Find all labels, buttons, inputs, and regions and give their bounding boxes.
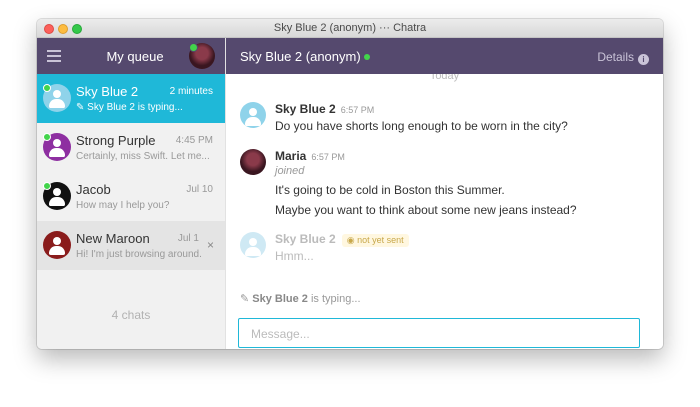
message-text: Maybe you want to think about some new j… [275, 203, 577, 217]
chat-count: 4 chats [111, 308, 151, 322]
conversation-panel: Today Sky Blue 2 (anonym) Details i Sky B… [226, 38, 663, 349]
visitor-avatar [240, 232, 266, 258]
close-chat-icon[interactable]: × [207, 238, 214, 252]
chat-time: Jul 1 [177, 233, 199, 244]
chat-item-sky-blue-2[interactable]: Sky Blue 2 2 minutes ✎ Sky Blue 2 is typ… [37, 74, 225, 123]
conversation-title-text: Sky Blue 2 (anonym) [240, 49, 361, 64]
pencil-icon: ✎ [76, 102, 88, 113]
chat-name: Strong Purple [76, 133, 156, 148]
chat-preview: ✎ Sky Blue 2 is typing... [76, 102, 214, 113]
chat-preview: Hi! I'm just browsing around... [76, 249, 202, 260]
not-sent-badge: ◉ not yet sent [341, 234, 409, 247]
chat-item-new-maroon[interactable]: New Maroon Jul 1 Hi! I'm just browsing a… [37, 221, 225, 270]
message-author-name: Sky Blue 2 [275, 102, 336, 116]
not-sent-label: not yet sent [357, 235, 404, 245]
joined-status: joined [275, 165, 305, 177]
message-text: It's going to be cold in Boston this Sum… [275, 183, 505, 197]
chat-preview-text: Sky Blue 2 is typing... [87, 102, 183, 113]
chat-time: 4:45 PM [175, 135, 213, 146]
chat-time: Jul 10 [186, 184, 213, 195]
online-indicator [363, 54, 370, 60]
message-time: 6:57 PM [311, 152, 345, 162]
chat-preview: How may I help you? [76, 200, 170, 211]
online-indicator [43, 84, 51, 92]
typing-user: Sky Blue 2 [252, 293, 308, 305]
message-time: 6:57 PM [340, 105, 375, 115]
message-text: Do you have shorts long enough to be wor… [275, 119, 568, 133]
message-author: Sky Blue 2 6:57 PM [275, 102, 374, 116]
menu-icon[interactable] [47, 50, 61, 62]
details-label: Details [597, 50, 634, 64]
conversation-header: Sky Blue 2 (anonym) Details i [226, 38, 663, 74]
chat-name: Jacob [76, 182, 111, 197]
pencil-icon: ✎ [240, 293, 253, 305]
visitor-avatar [43, 231, 71, 259]
agent-online-indicator [189, 43, 198, 52]
chat-preview: Certainly, miss Swift. Let me... [76, 151, 210, 162]
typing-text: is typing... [310, 293, 361, 305]
sidebar: My queue Sky Blue 2 2 minutes ✎ Sky Blue… [37, 38, 226, 349]
typing-indicator: ✎ Sky Blue 2 is typing... [240, 292, 361, 305]
title-bar: Sky Blue 2 (anonym) ··· Chatra [37, 19, 663, 38]
chat-item-jacob[interactable]: Jacob Jul 10 How may I help you? [37, 172, 225, 221]
agent-avatar [240, 149, 266, 175]
message-author-name: Maria [275, 149, 307, 163]
eye-icon: ◉ [346, 235, 358, 245]
chat-name: New Maroon [76, 231, 150, 246]
conversation-title: Sky Blue 2 (anonym) [240, 49, 370, 64]
message-author-name: Sky Blue 2 [275, 232, 336, 246]
window-title: Sky Blue 2 (anonym) ··· Chatra [273, 22, 427, 34]
chat-time: 2 minutes [169, 86, 213, 97]
online-indicator [43, 133, 51, 141]
info-icon: i [638, 54, 649, 65]
queue-title: My queue [106, 49, 164, 64]
chat-item-strong-purple[interactable]: Strong Purple 4:45 PM Certainly, miss Sw… [37, 123, 225, 172]
visitor-avatar [240, 102, 266, 128]
chat-name: Sky Blue 2 [76, 84, 139, 99]
details-button[interactable]: Details i [597, 50, 649, 65]
message-text: Hmm... [275, 249, 314, 263]
message-author: Maria 6:57 PM [275, 149, 345, 163]
message-input[interactable]: Message... [238, 318, 640, 348]
message-author: Sky Blue 2 ◉ not yet sent [275, 232, 409, 247]
chatra-window: Sky Blue 2 (anonym) ··· Chatra My queue … [37, 19, 663, 349]
sidebar-header: My queue [37, 38, 225, 74]
online-indicator [43, 182, 51, 190]
